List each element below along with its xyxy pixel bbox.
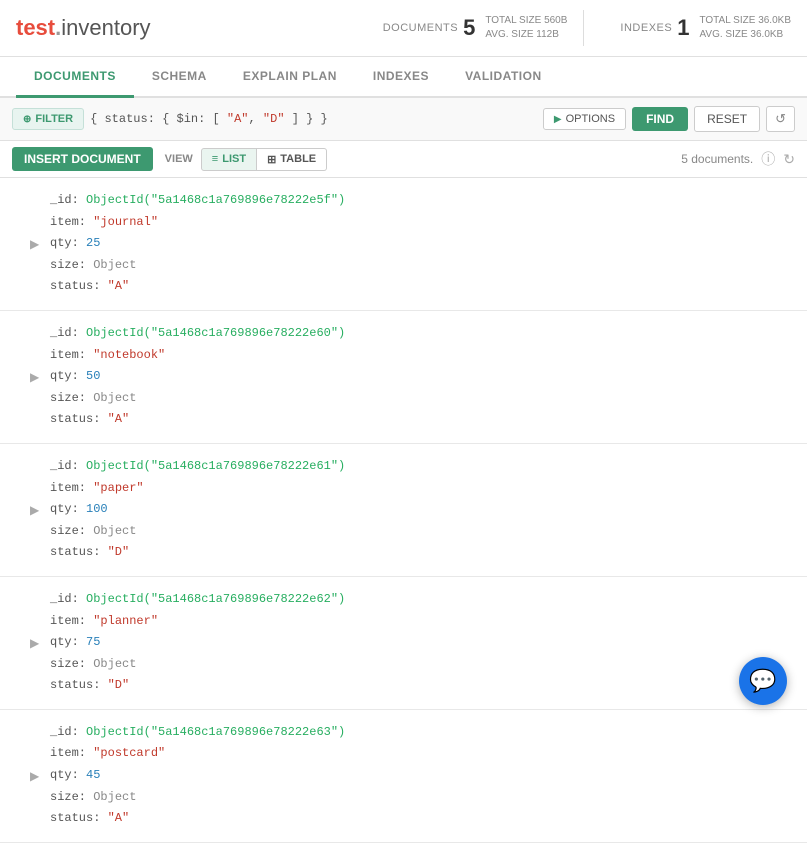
table-row: ▶ _id: ObjectId("5a1468c1a769896e78222e61… [0,444,807,577]
options-button[interactable]: ▶ OPTIONS [543,108,626,130]
table-label: TABLE [280,153,316,165]
tab-validation[interactable]: VALIDATION [447,57,560,98]
find-button[interactable]: FIND [632,107,688,131]
table-row: ▶ _id: ObjectId("5a1468c1a769896e78222e63… [0,710,807,843]
doc-field-_id: _id: ObjectId("5a1468c1a769896e78222e5f"… [50,190,787,212]
doc-field-item: item: "paper" [50,478,787,500]
doc-field-item: item: "notebook" [50,345,787,367]
reset-button[interactable]: RESET [694,106,760,132]
filter-query-display: { status: { $in: [ "A", "D" ] } } [90,112,537,126]
expand-icon[interactable]: ▶ [30,769,39,783]
expand-icon[interactable]: ▶ [30,636,39,650]
app-logo: test.inventory [16,15,151,41]
documents-count: 5 [463,15,475,41]
tab-documents[interactable]: DOCUMENTS [16,57,134,98]
doc-field-size: size: Object [50,255,787,277]
table-row: ▶ _id: ObjectId("5a1468c1a769896e78222e60… [0,311,807,444]
filter-icon: ⊕ [23,114,31,125]
logo-test: test [16,15,55,40]
doc-field-_id: _id: ObjectId("5a1468c1a769896e78222e61"… [50,456,787,478]
tab-schema[interactable]: SCHEMA [134,57,225,98]
doc-field-status: status: "D" [50,675,787,697]
indexes-avg-size-label: AVG. SIZE 36.0KB [699,28,791,42]
doc-field-size: size: Object [50,787,787,809]
documents-size-stats: TOTAL SIZE 560B AVG. SIZE 112B [485,14,567,42]
documents-avg-size-label: AVG. SIZE 112B [485,28,567,42]
doc-field-item: item: "postcard" [50,743,787,765]
doc-field-item: item: "planner" [50,611,787,633]
documents-total-size-label: TOTAL SIZE 560B [485,14,567,28]
indexes-total-size-label: TOTAL SIZE 36.0KB [699,14,791,28]
toolbar: INSERT DOCUMENT VIEW ≡ LIST ⊞ TABLE 5 do… [0,141,807,178]
doc-field-item: item: "journal" [50,212,787,234]
info-icon[interactable]: ⓘ [761,149,775,169]
doc-field-_id: _id: ObjectId("5a1468c1a769896e78222e60"… [50,323,787,345]
doc-field-size: size: Object [50,521,787,543]
table-row: ▶ _id: ObjectId("5a1468c1a769896e78222e62… [0,577,807,710]
doc-field-status: status: "A" [50,808,787,830]
tab-explain-plan[interactable]: EXPLAIN PLAN [225,57,355,98]
filter-bar: ⊕ FILTER { status: { $in: [ "A", "D" ] }… [0,98,807,141]
insert-document-button[interactable]: INSERT DOCUMENT [12,147,153,171]
doc-field-size: size: Object [50,388,787,410]
doc-field-qty: qty: 100 [50,499,787,521]
documents-area: ▶ _id: ObjectId("5a1468c1a769896e78222e5f… [0,178,807,843]
view-label: VIEW [165,153,193,165]
doc-field-status: status: "A" [50,276,787,298]
filter-button[interactable]: ⊕ FILTER [12,108,84,130]
expand-icon[interactable]: ▶ [30,503,39,517]
table-icon: ⊞ [267,153,276,166]
doc-field-qty: qty: 25 [50,233,787,255]
options-label: OPTIONS [566,113,616,125]
refresh-icon[interactable]: ↻ [783,151,795,168]
documents-stat: DOCUMENTS 5 TOTAL SIZE 560B AVG. SIZE 11… [383,14,568,42]
doc-field-status: status: "A" [50,409,787,431]
tab-indexes[interactable]: INDEXES [355,57,447,98]
doc-field-size: size: Object [50,654,787,676]
indexes-stat: INDEXES 1 TOTAL SIZE 36.0KB AVG. SIZE 36… [620,14,791,42]
doc-field-status: status: "D" [50,542,787,564]
tab-bar: DOCUMENTS SCHEMA EXPLAIN PLAN INDEXES VA… [0,57,807,98]
indexes-count: 1 [677,15,689,41]
doc-field-qty: qty: 50 [50,366,787,388]
chat-bubble[interactable]: 💬 [739,657,787,705]
logo-inventory: inventory [61,15,150,40]
doc-field-_id: _id: ObjectId("5a1468c1a769896e78222e62"… [50,589,787,611]
list-view-button[interactable]: ≡ LIST [201,148,257,171]
document-count: 5 documents. [681,152,753,166]
history-button[interactable]: ↺ [766,106,795,132]
list-icon: ≡ [212,153,218,165]
chevron-right-icon: ▶ [554,114,562,125]
indexes-label: INDEXES [620,22,672,34]
filter-button-label: FILTER [35,113,73,125]
view-toggle: ≡ LIST ⊞ TABLE [201,148,327,171]
doc-field-qty: qty: 45 [50,765,787,787]
stat-divider [583,10,584,46]
header: test.inventory DOCUMENTS 5 TOTAL SIZE 56… [0,0,807,57]
list-label: LIST [222,153,246,165]
documents-label: DOCUMENTS [383,22,458,34]
expand-icon[interactable]: ▶ [30,237,39,251]
expand-icon[interactable]: ▶ [30,370,39,384]
table-row: ▶ _id: ObjectId("5a1468c1a769896e78222e5f… [0,178,807,311]
table-view-button[interactable]: ⊞ TABLE [257,148,327,171]
indexes-size-stats: TOTAL SIZE 36.0KB AVG. SIZE 36.0KB [699,14,791,42]
doc-field-qty: qty: 75 [50,632,787,654]
doc-field-_id: _id: ObjectId("5a1468c1a769896e78222e63"… [50,722,787,744]
